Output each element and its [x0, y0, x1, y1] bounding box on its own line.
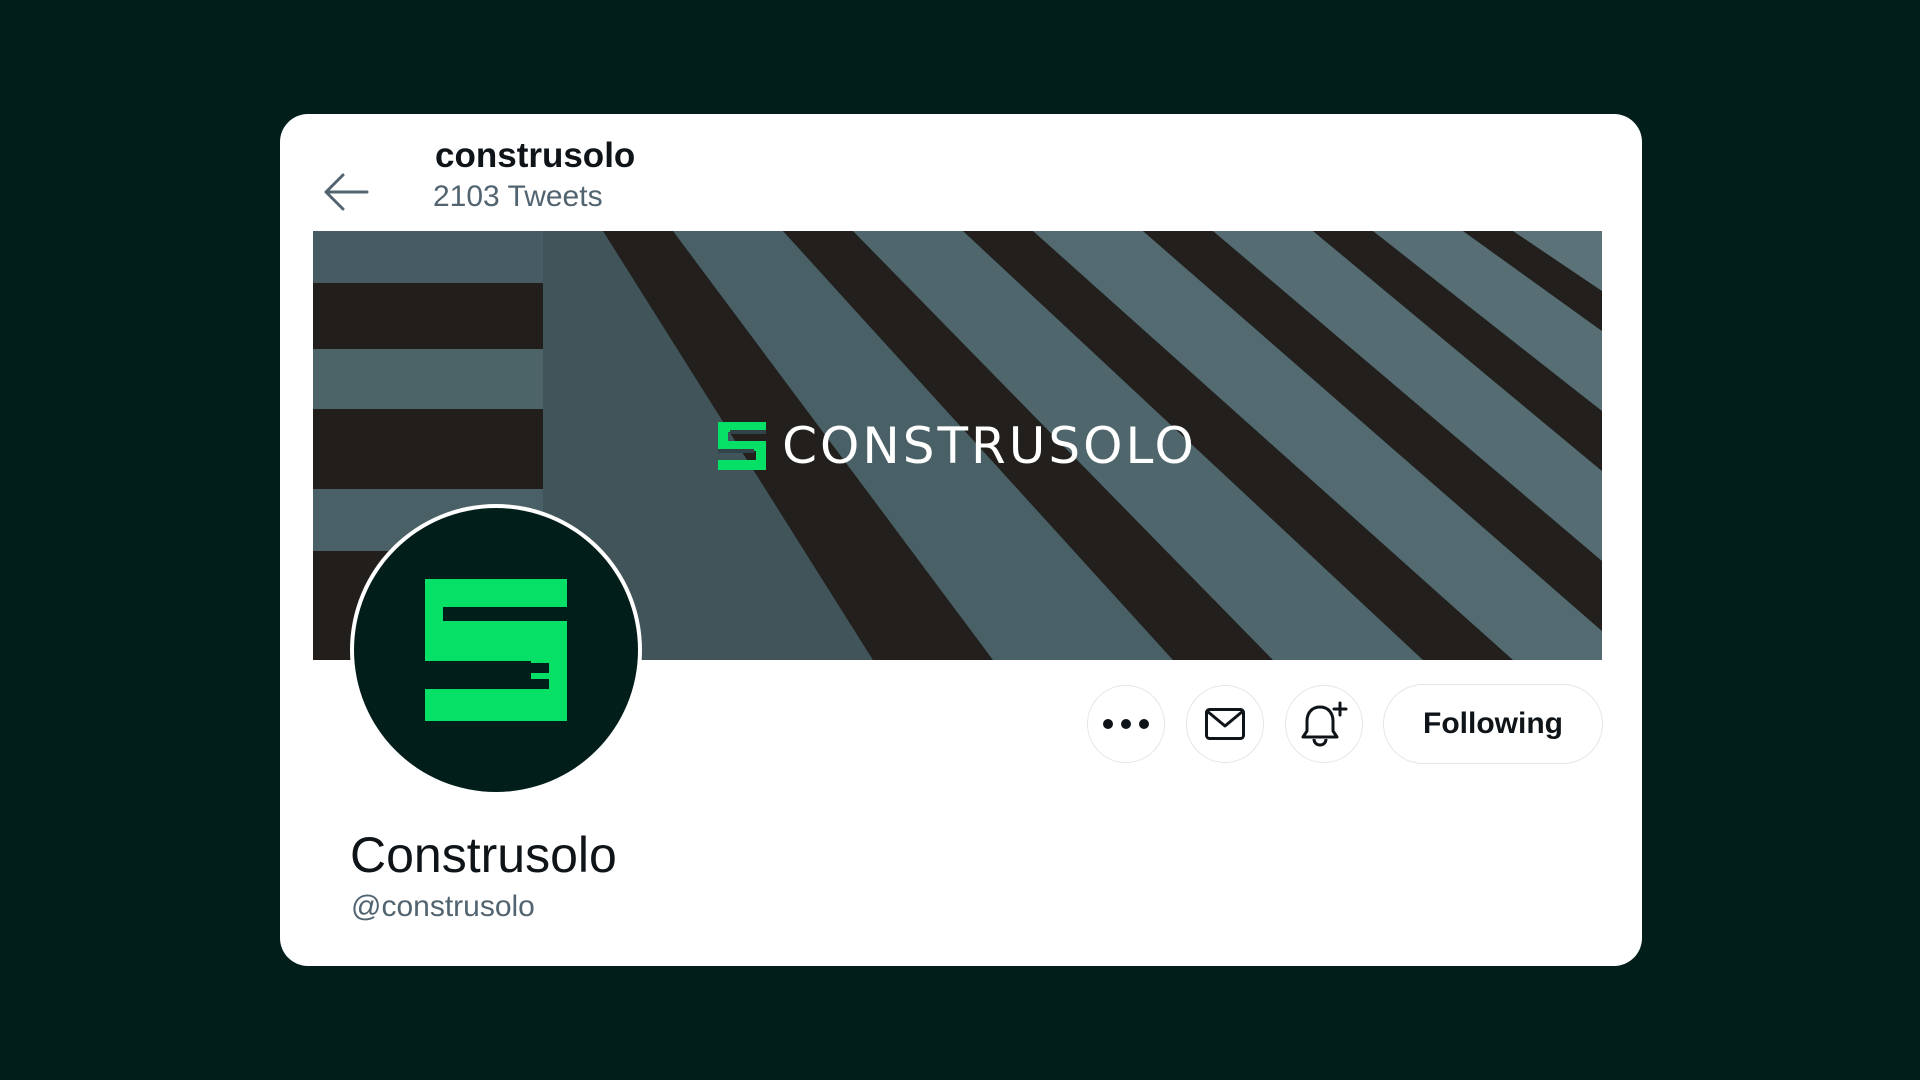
following-button[interactable]: Following — [1383, 684, 1603, 764]
mail-icon — [1205, 708, 1245, 740]
arrow-left-icon — [324, 173, 369, 211]
header-account-name: construsolo — [435, 136, 636, 175]
message-button[interactable] — [1186, 685, 1264, 763]
tweet-count: 2103 Tweets — [433, 180, 603, 213]
profile-handle: @construsolo — [351, 890, 535, 923]
profile-header: construsolo 2103 Tweets — [433, 134, 635, 216]
construsolo-logo-icon — [425, 579, 567, 721]
more-button[interactable] — [1087, 685, 1165, 763]
avatar-image — [354, 508, 638, 792]
more-dots-icon — [1103, 719, 1149, 729]
profile-card: construsolo 2103 Tweets CONSTRUSOLO Foll… — [280, 114, 1642, 966]
bell-plus-icon — [1301, 701, 1348, 747]
banner-wordmark: CONSTRUSOLO — [782, 416, 1197, 475]
construsolo-logo-icon — [718, 421, 767, 470]
profile-display-name: Construsolo — [350, 827, 617, 883]
profile-actions: Following — [1066, 684, 1603, 764]
back-button[interactable] — [316, 162, 376, 222]
notifications-button[interactable] — [1285, 685, 1363, 763]
avatar[interactable] — [350, 504, 642, 796]
